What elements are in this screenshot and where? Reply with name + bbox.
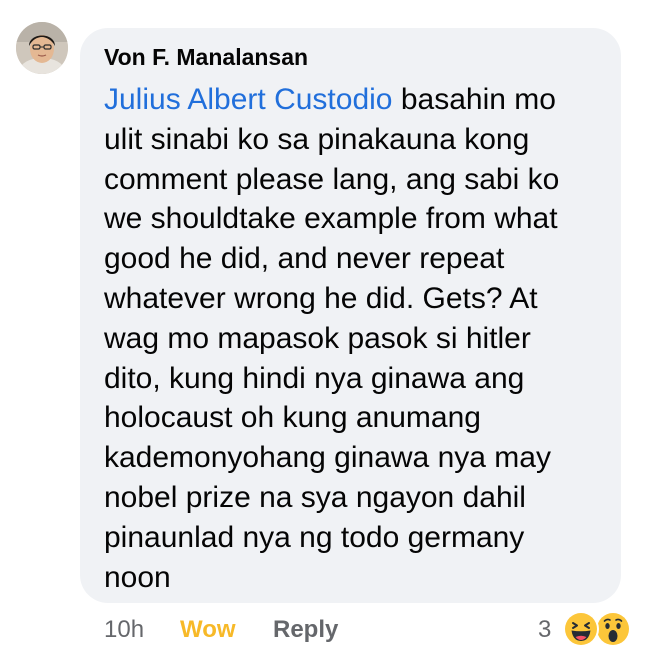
profile-photo xyxy=(16,22,68,74)
comment-line: we shouldtake example from what xyxy=(104,202,558,236)
comment-line-text: basahin mo xyxy=(392,83,556,116)
comment-timestamp[interactable]: 10h xyxy=(104,614,144,646)
haha-emoji-icon xyxy=(562,610,600,648)
comment-line: kademonyohang ginawa nya may xyxy=(104,441,551,475)
comment-line: dito, kung hindi nya ginawa ang xyxy=(104,361,525,395)
comment-line: pinaunlad nya ng todo germany xyxy=(104,520,525,554)
mention-link[interactable]: Julius Albert Custodio xyxy=(104,83,393,116)
comment-line: ulit sinabi ko sa pinakauna kong xyxy=(104,122,530,156)
comment-line: noon xyxy=(104,560,171,594)
wow-reaction-button[interactable]: Wow xyxy=(180,614,236,646)
comment-line: good he did, and never repeat xyxy=(104,242,505,276)
comment-line: whatever wrong he did. Gets? At xyxy=(104,281,538,315)
comment-text: Julius Albert Custodio basahin mo ulit s… xyxy=(104,80,609,597)
reaction-summary[interactable]: 3 xyxy=(538,610,638,650)
comment-line: nobel prize na sya ngayon dahil xyxy=(104,480,526,514)
avatar[interactable] xyxy=(16,22,68,74)
comment-line: comment please lang, ang sabi ko xyxy=(104,162,560,196)
reaction-count: 3 xyxy=(538,616,552,643)
comment-line: holocaust oh kung anumang xyxy=(104,401,481,435)
comment-line: Julius Albert Custodio basahin mo xyxy=(104,80,609,120)
reply-button[interactable]: Reply xyxy=(273,614,338,646)
comment-line: wag mo mapasok pasok si hitler xyxy=(104,321,531,355)
comment-author-name[interactable]: Von F. Manalansan xyxy=(104,42,308,72)
